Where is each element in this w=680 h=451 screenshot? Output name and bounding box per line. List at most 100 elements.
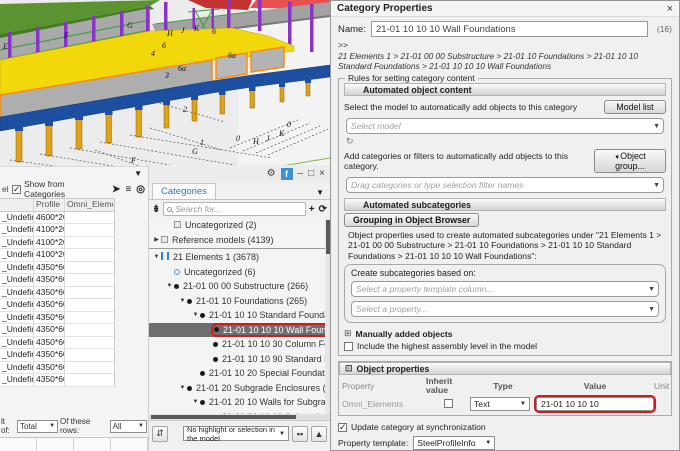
- model-viewport[interactable]: EFGHJK6646a36a21GF0HJK0: [0, 0, 330, 180]
- dot-icon: [213, 357, 218, 362]
- value-input[interactable]: 21-01 10 10 10: [536, 397, 654, 411]
- refresh-view-icon[interactable]: ◎: [135, 184, 146, 195]
- color-objects-icon[interactable]: ▪▪: [292, 426, 308, 442]
- table-row[interactable]: _Undefined4350*600: [0, 312, 114, 325]
- expander-icon[interactable]: ▼: [178, 385, 187, 391]
- tree-item[interactable]: ▶Reference models (4139): [149, 233, 330, 248]
- tree-item[interactable]: ▼21 Elements 1 (3678): [149, 250, 330, 265]
- expander-icon[interactable]: ▼: [191, 312, 200, 318]
- tree-item[interactable]: 21-01 10 10 90 Standard Foundation Su: [149, 352, 330, 367]
- tree-item[interactable]: 21-01 10 10 30 Column Foundations (13: [149, 337, 330, 352]
- tree-item-label: Uncategorized (6): [184, 267, 256, 277]
- table-row[interactable]: _Undefined4100*200: [0, 224, 114, 237]
- col-omni-elements[interactable]: Omni_Elements: [65, 199, 113, 211]
- table-row[interactable]: _Undefined4100*200: [0, 249, 114, 262]
- property-template-combo[interactable]: SteelProfileInfo▼: [413, 436, 495, 450]
- table-row[interactable]: _Undefined4350*600: [0, 274, 114, 287]
- tab-categories[interactable]: Categories: [152, 183, 216, 199]
- feedback-icon[interactable]: f: [281, 168, 293, 180]
- sync-selection-icon[interactable]: ⇵: [152, 426, 168, 442]
- object-properties-header[interactable]: ⊡ Object properties: [339, 362, 671, 375]
- breadcrumb-arrows[interactable]: >>: [338, 40, 672, 50]
- dialog-title-bar[interactable]: Category Properties ×: [331, 1, 679, 17]
- col-blank[interactable]: [0, 199, 34, 211]
- table-row[interactable]: _Undefined4100*200: [0, 237, 114, 250]
- close-panel-icon[interactable]: ×: [319, 169, 325, 179]
- expander-icon[interactable]: ▶: [152, 236, 161, 243]
- model-list-button[interactable]: Model list: [604, 100, 666, 114]
- left-table-body: _Undefined4600*200_Undefined4100*200_Und…: [0, 212, 114, 387]
- object-properties-icon: ⊡: [345, 363, 353, 374]
- drag-categories-combo[interactable]: Drag categories or type selection filter…: [346, 177, 664, 193]
- tree-item[interactable]: 21-01 10 20 Special Foundations (-): [149, 366, 330, 381]
- tab-menu-caret-icon[interactable]: ▼: [316, 188, 324, 197]
- automated-subcategories-header[interactable]: Automated subcategories: [344, 198, 666, 211]
- grouping-button[interactable]: Grouping in Object Browser: [344, 213, 479, 227]
- tree-item-label: 21-01 00 00 Substructure (266): [183, 281, 308, 291]
- col-type: Type: [470, 380, 536, 393]
- table-row[interactable]: _Undefined4350*600: [0, 299, 114, 312]
- tree-item[interactable]: ▼21-01 20 Subgrade Enclosures (-): [149, 381, 330, 396]
- tree-item[interactable]: ▼21-01 10 10 Standard Foundations (265): [149, 308, 330, 323]
- update-at-sync-checkbox[interactable]: [338, 423, 347, 432]
- property-combo[interactable]: Select a property...▼: [351, 301, 659, 317]
- tree-item[interactable]: ▼ 21-01 00 00 Substructure (266): [149, 279, 330, 294]
- object-group-button[interactable]: ▼Object group...: [594, 149, 666, 173]
- add-category-icon[interactable]: +: [308, 204, 316, 215]
- object-browser-panel: ▼ el Show from Categories ➤ ≡ ◎ Profile …: [0, 166, 148, 451]
- refresh-categories-icon[interactable]: ⟳: [318, 204, 328, 215]
- table-row[interactable]: _Undefined4350*600: [0, 337, 114, 350]
- search-input[interactable]: Search for...: [163, 202, 305, 216]
- collapse-all-icon[interactable]: ⇟: [151, 204, 161, 215]
- automated-object-content-header[interactable]: Automated object content: [344, 83, 666, 96]
- list-options-icon[interactable]: ≡: [124, 184, 132, 195]
- isolate-icon[interactable]: ▲: [311, 426, 327, 442]
- table-header[interactable]: Profile Omni_Elements: [0, 198, 114, 212]
- template-column-combo[interactable]: Select a property template column...▼: [351, 281, 659, 297]
- include-highest-assembly-label: Include the highest assembly level in th…: [357, 341, 537, 351]
- expander-icon[interactable]: ▼: [178, 298, 187, 304]
- name-input[interactable]: [371, 21, 648, 37]
- table-row[interactable]: _Undefined4350*600: [0, 362, 114, 375]
- col-unit: Unit: [654, 380, 669, 393]
- expand-manually-added-icon[interactable]: ⊞: [344, 328, 352, 339]
- table-row[interactable]: _Undefined4350*600: [0, 374, 114, 387]
- include-highest-assembly-checkbox[interactable]: [344, 342, 353, 351]
- categories-search-row: ⇟ Search for... + ⟳: [149, 200, 330, 218]
- tree-item[interactable]: Uncategorized (2): [149, 218, 330, 233]
- expander-icon[interactable]: ▼: [152, 254, 161, 260]
- show-from-categories-label: Show from Categories: [24, 179, 108, 199]
- table-row[interactable]: _Undefined4350*600: [0, 349, 114, 362]
- dot-icon: [200, 313, 205, 318]
- tree-item[interactable]: ▼21-01 10 Foundations (265): [149, 294, 330, 309]
- update-at-sync-label: Update category at synchronization: [351, 422, 486, 432]
- result-of-combo[interactable]: Total▼: [17, 420, 58, 433]
- col-profile[interactable]: Profile: [34, 199, 65, 211]
- maximize-icon[interactable]: □: [308, 169, 314, 179]
- expander-icon[interactable]: ▼: [191, 399, 200, 405]
- pick-in-model-icon[interactable]: ➤: [111, 184, 121, 195]
- highlight-mode-combo[interactable]: No highlight or selection in the model▼: [183, 426, 289, 441]
- rules-group: Rules for setting category content Autom…: [338, 78, 672, 356]
- panel-menu-caret-icon[interactable]: ▼: [134, 169, 142, 178]
- tree-item[interactable]: Uncategorized (6): [149, 265, 330, 280]
- rows-combo[interactable]: All▼: [110, 420, 147, 433]
- table-row[interactable]: _Undefined4350*600: [0, 324, 114, 337]
- inherit-value-checkbox[interactable]: [444, 399, 453, 408]
- gear-icon[interactable]: ⚙: [267, 169, 276, 179]
- table-row[interactable]: _Undefined4600*200: [0, 212, 114, 225]
- table-row[interactable]: _Undefined4350*600: [0, 262, 114, 275]
- dot-icon: [187, 386, 192, 391]
- type-combo[interactable]: Text▼: [470, 397, 530, 411]
- table-row[interactable]: _Undefined4350*600: [0, 287, 114, 300]
- expander-icon[interactable]: ▼: [165, 283, 174, 289]
- show-from-categories-checkbox[interactable]: [12, 185, 21, 194]
- tree-horizontal-scrollbar[interactable]: [149, 414, 330, 420]
- tree-item[interactable]: ▼21-01 20 10 Walls for Subgrade Enclosur…: [149, 395, 330, 410]
- close-icon[interactable]: ×: [667, 3, 673, 15]
- panel-chrome: ⚙ f – □ ×: [149, 165, 330, 183]
- tree-item[interactable]: 21-01 10 10 10 Wall Foundations (16): [149, 323, 330, 338]
- minimize-icon[interactable]: –: [298, 169, 304, 179]
- select-model-combo[interactable]: Select model▼: [346, 118, 664, 134]
- sync-model-icon[interactable]: ↻: [346, 136, 666, 147]
